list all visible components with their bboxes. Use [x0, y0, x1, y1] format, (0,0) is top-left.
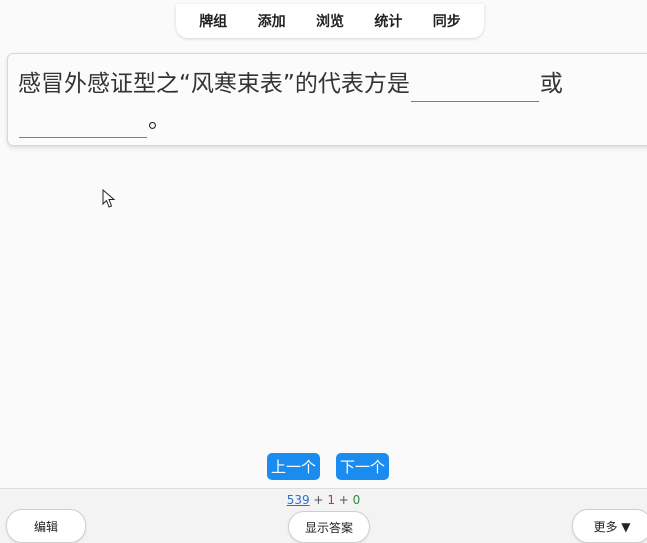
edit-button[interactable]: 编辑 — [6, 509, 86, 543]
plus-sep: + — [338, 493, 349, 507]
bottom-bar: 539 + 1 + 0 编辑 显示答案 更多 ▼ — [0, 488, 647, 543]
nav-browse[interactable]: 浏览 — [310, 7, 350, 35]
due-counts: 539 + 1 + 0 — [0, 493, 647, 507]
prev-button[interactable]: 上一个 — [267, 453, 321, 480]
nav-sync[interactable]: 同步 — [427, 7, 467, 35]
next-button[interactable]: 下一个 — [336, 453, 390, 480]
cloze-blank-2 — [19, 113, 147, 138]
new-count[interactable]: 539 — [287, 493, 310, 507]
question-or: 或 — [539, 71, 563, 97]
main-nav: 牌组 添加 浏览 统计 同步 — [176, 4, 484, 38]
mouse-cursor-icon — [102, 189, 116, 208]
learn-count: 1 — [327, 493, 335, 507]
show-answer-button[interactable]: 显示答案 — [288, 511, 370, 543]
review-count: 0 — [352, 493, 361, 507]
nav-decks[interactable]: 牌组 — [193, 7, 233, 35]
nav-add[interactable]: 添加 — [252, 7, 292, 35]
question-text: 感冒外感证型之“风寒束表”的代表方是 — [18, 71, 410, 97]
question-card: 感冒外感证型之“风寒束表”的代表方是 或 。 — [7, 53, 647, 146]
cloze-blank-1 — [410, 77, 539, 102]
more-button[interactable]: 更多 ▼ — [572, 509, 647, 543]
question-end: 。 — [148, 107, 171, 133]
nav-stats[interactable]: 统计 — [368, 7, 408, 35]
plus-sep: + — [313, 493, 324, 507]
